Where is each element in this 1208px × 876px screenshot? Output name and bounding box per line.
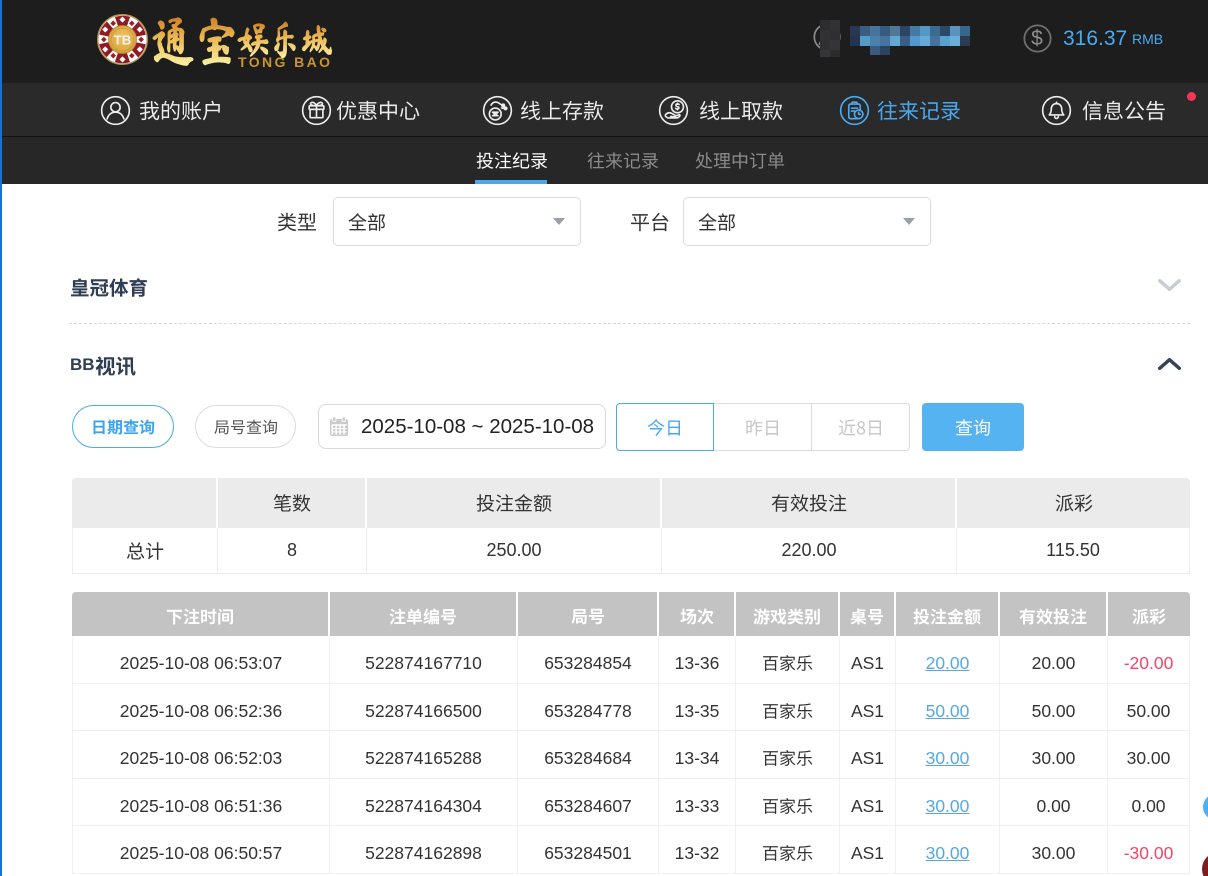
svg-text:TB: TB <box>114 32 132 47</box>
